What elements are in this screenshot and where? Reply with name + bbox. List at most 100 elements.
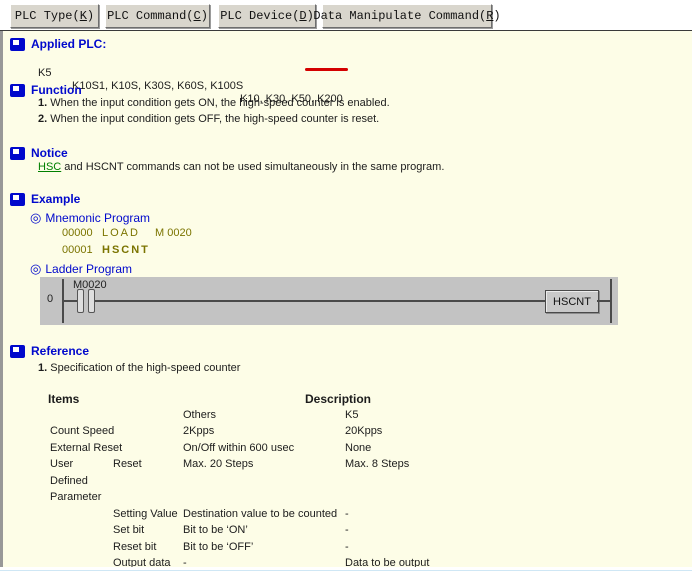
item-number: 1. [38,362,47,374]
contact-symbol [88,289,95,313]
hotkey: C [194,9,201,23]
table-cell: Setting Value [113,508,178,520]
table-cell: - [345,508,349,520]
reference-item: 1. Specification of the high-speed count… [38,362,240,375]
plc-model-k5: K5 [38,67,51,80]
button-label: ) [87,9,94,23]
table-cell: Bit to be ‘ON’ [183,524,248,536]
data-manipulate-command-button[interactable]: Data Manipulate Command(R) [322,4,492,28]
button-label: Data Manipulate Command( [313,9,486,23]
table-cell: Parameter [50,491,101,503]
hotkey: K [80,9,87,23]
wire-segment [64,300,77,302]
blue-square-icon [10,147,25,160]
table-cell: K5 [345,409,358,421]
code-opcode: LOAD [102,227,140,239]
blue-square-icon [10,193,25,206]
table-row: Set bit Bit to be ‘ON’ - [0,524,692,538]
table-cell: 20Kpps [345,425,382,437]
button-label: PLC Command( [107,9,193,23]
mnemonic-code-line: 00001 HSCNT [0,244,692,257]
section-title: Reference [31,344,89,358]
function-item: 1. When the input condition gets ON, the… [38,97,390,110]
hsc-link[interactable]: HSC [38,161,61,173]
double-circle-icon: Mnemonic Program [30,210,150,226]
section-header-function: Function [10,83,82,97]
item-number: 2. [38,113,47,125]
items-header: Items [48,392,79,406]
button-label: ) [493,9,500,23]
button-label: PLC Device( [220,9,299,23]
table-cell: 2Kpps [183,425,214,437]
table-cell: Reset [113,458,142,470]
hotkey: D [299,9,306,23]
applied-plc-list: K5 K10S1, K10S, K30S, K60S, K100S K10, K… [0,54,692,67]
section-title: Example [31,192,80,206]
red-underline-mark [305,68,348,71]
mnemonic-program-label: Mnemonic Program [45,211,150,225]
output-instruction-block: HSCNT [545,290,599,313]
ladder-program-label: Ladder Program [45,262,132,276]
blue-square-icon [10,84,25,97]
rung-number: 0 [47,293,53,305]
section-header-example: Example [10,192,80,206]
table-cell: Reset bit [113,541,156,553]
notice-text: HSC and HSCNT commands can not be used s… [38,161,444,174]
help-page: PLC Type(K) PLC Command(C) PLC Device(D)… [0,0,692,571]
item-text: When the input condition gets OFF, the h… [50,113,379,125]
plc-models-s-series: K10S1, K10S, K30S, K60S, K100S [72,80,243,93]
double-circle-icon: Ladder Program [30,261,132,277]
table-row: External Reset On/Off within 600 usec No… [0,442,692,456]
table-row: User Reset Max. 20 Steps Max. 8 Steps [0,458,692,472]
table-cell: - [345,524,349,536]
code-address: 00001 [62,244,93,256]
wire-segment [597,300,610,302]
table-cell: Bit to be ‘OFF’ [183,541,253,553]
table-cell: Set bit [113,524,144,536]
table-row: Others K5 [0,409,692,423]
blue-square-icon [10,345,25,358]
table-row: Parameter [0,491,692,505]
table-cell: Count Speed [50,425,114,437]
code-address: 00000 [62,227,93,239]
button-label: PLC Type( [15,9,80,23]
section-header-notice: Notice [10,146,68,160]
table-cell: Destination value to be counted [183,508,337,520]
toolbar: PLC Type(K) PLC Command(C) PLC Device(D)… [0,0,692,31]
mnemonic-code-line: 00000 LOAD M 0020 [0,227,692,240]
plc-type-button[interactable]: PLC Type(K) [10,4,99,28]
code-opcode: HSCNT [102,244,150,256]
hotkey: R [486,9,493,23]
table-cell: On/Off within 600 usec [183,442,294,454]
function-item: 2. When the input condition gets OFF, th… [38,113,379,126]
table-cell: Others [183,409,216,421]
notice-body: and HSCNT commands can not be used simul… [61,161,444,173]
table-header-row: Items Description [0,392,692,406]
section-title: Applied PLC: [31,37,106,51]
section-header-reference: Reference [10,344,89,358]
plc-command-button[interactable]: PLC Command(C) [105,4,210,28]
section-title: Function [31,83,82,97]
table-row: Defined [0,475,692,489]
item-text: When the input condition gets ON, the hi… [50,97,389,109]
ladder-diagram: 0 M0020 HSCNT [40,277,618,325]
table-cell: User [50,458,73,470]
item-number: 1. [38,97,47,109]
code-operand: M 0020 [155,227,192,239]
table-cell: - [345,541,349,553]
plc-device-button[interactable]: PLC Device(D) [218,4,316,28]
table-row: Setting Value Destination value to be co… [0,508,692,522]
table-cell: Defined [50,475,88,487]
contact-symbol [77,289,84,313]
table-cell: None [345,442,371,454]
table-row: Reset bit Bit to be ‘OFF’ - [0,541,692,555]
blue-square-icon [10,38,25,51]
right-power-rail [610,279,612,323]
section-title: Notice [31,146,68,160]
description-header: Description [305,392,371,406]
bottom-border [0,567,692,571]
table-cell: External Reset [50,442,122,454]
item-text: Specification of the high-speed counter [50,362,240,374]
table-cell: Max. 8 Steps [345,458,409,470]
button-label: ) [201,9,208,23]
